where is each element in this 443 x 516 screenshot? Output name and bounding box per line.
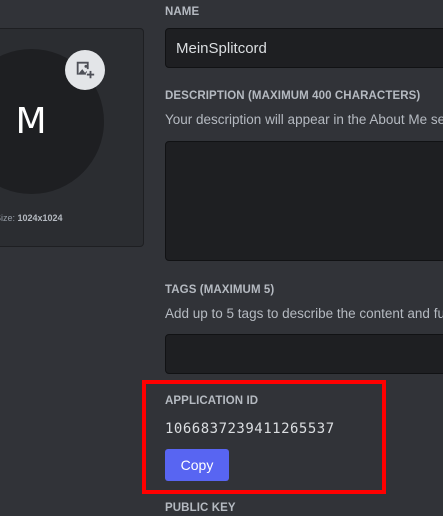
size-hint-prefix: Size: bbox=[0, 213, 16, 223]
image-add-icon-glyph bbox=[76, 61, 95, 79]
description-textarea[interactable] bbox=[165, 141, 443, 261]
public-key-label: PUBLIC KEY bbox=[165, 502, 236, 514]
tags-helper: Add up to 5 tags to describe the content… bbox=[165, 306, 443, 321]
avatar-initial: M bbox=[15, 101, 48, 142]
app-settings-page: M Size: 1024x1024 NAME MeinSplitcord DES… bbox=[0, 0, 443, 516]
tags-label: TAGS (MAXIMUM 5) bbox=[165, 284, 275, 296]
size-hint-value: 1024x1024 bbox=[17, 213, 63, 223]
application-id-label: APPLICATION ID bbox=[165, 395, 259, 407]
name-label: NAME bbox=[165, 6, 200, 18]
name-input-value: MeinSplitcord bbox=[176, 39, 267, 57]
copy-application-id-button[interactable]: Copy bbox=[165, 449, 229, 481]
description-helper: Your description will appear in the Abou… bbox=[165, 112, 443, 127]
tags-input[interactable] bbox=[165, 334, 443, 374]
name-input[interactable]: MeinSplitcord bbox=[165, 28, 443, 68]
avatar-upload-panel[interactable]: M Size: 1024x1024 bbox=[0, 28, 144, 247]
application-id-value: 1066837239411265537 bbox=[165, 421, 335, 437]
description-label: DESCRIPTION (MAXIMUM 400 CHARACTERS) bbox=[165, 90, 421, 102]
avatar-size-hint: Size: 1024x1024 bbox=[0, 213, 63, 223]
image-add-icon[interactable] bbox=[65, 50, 105, 90]
